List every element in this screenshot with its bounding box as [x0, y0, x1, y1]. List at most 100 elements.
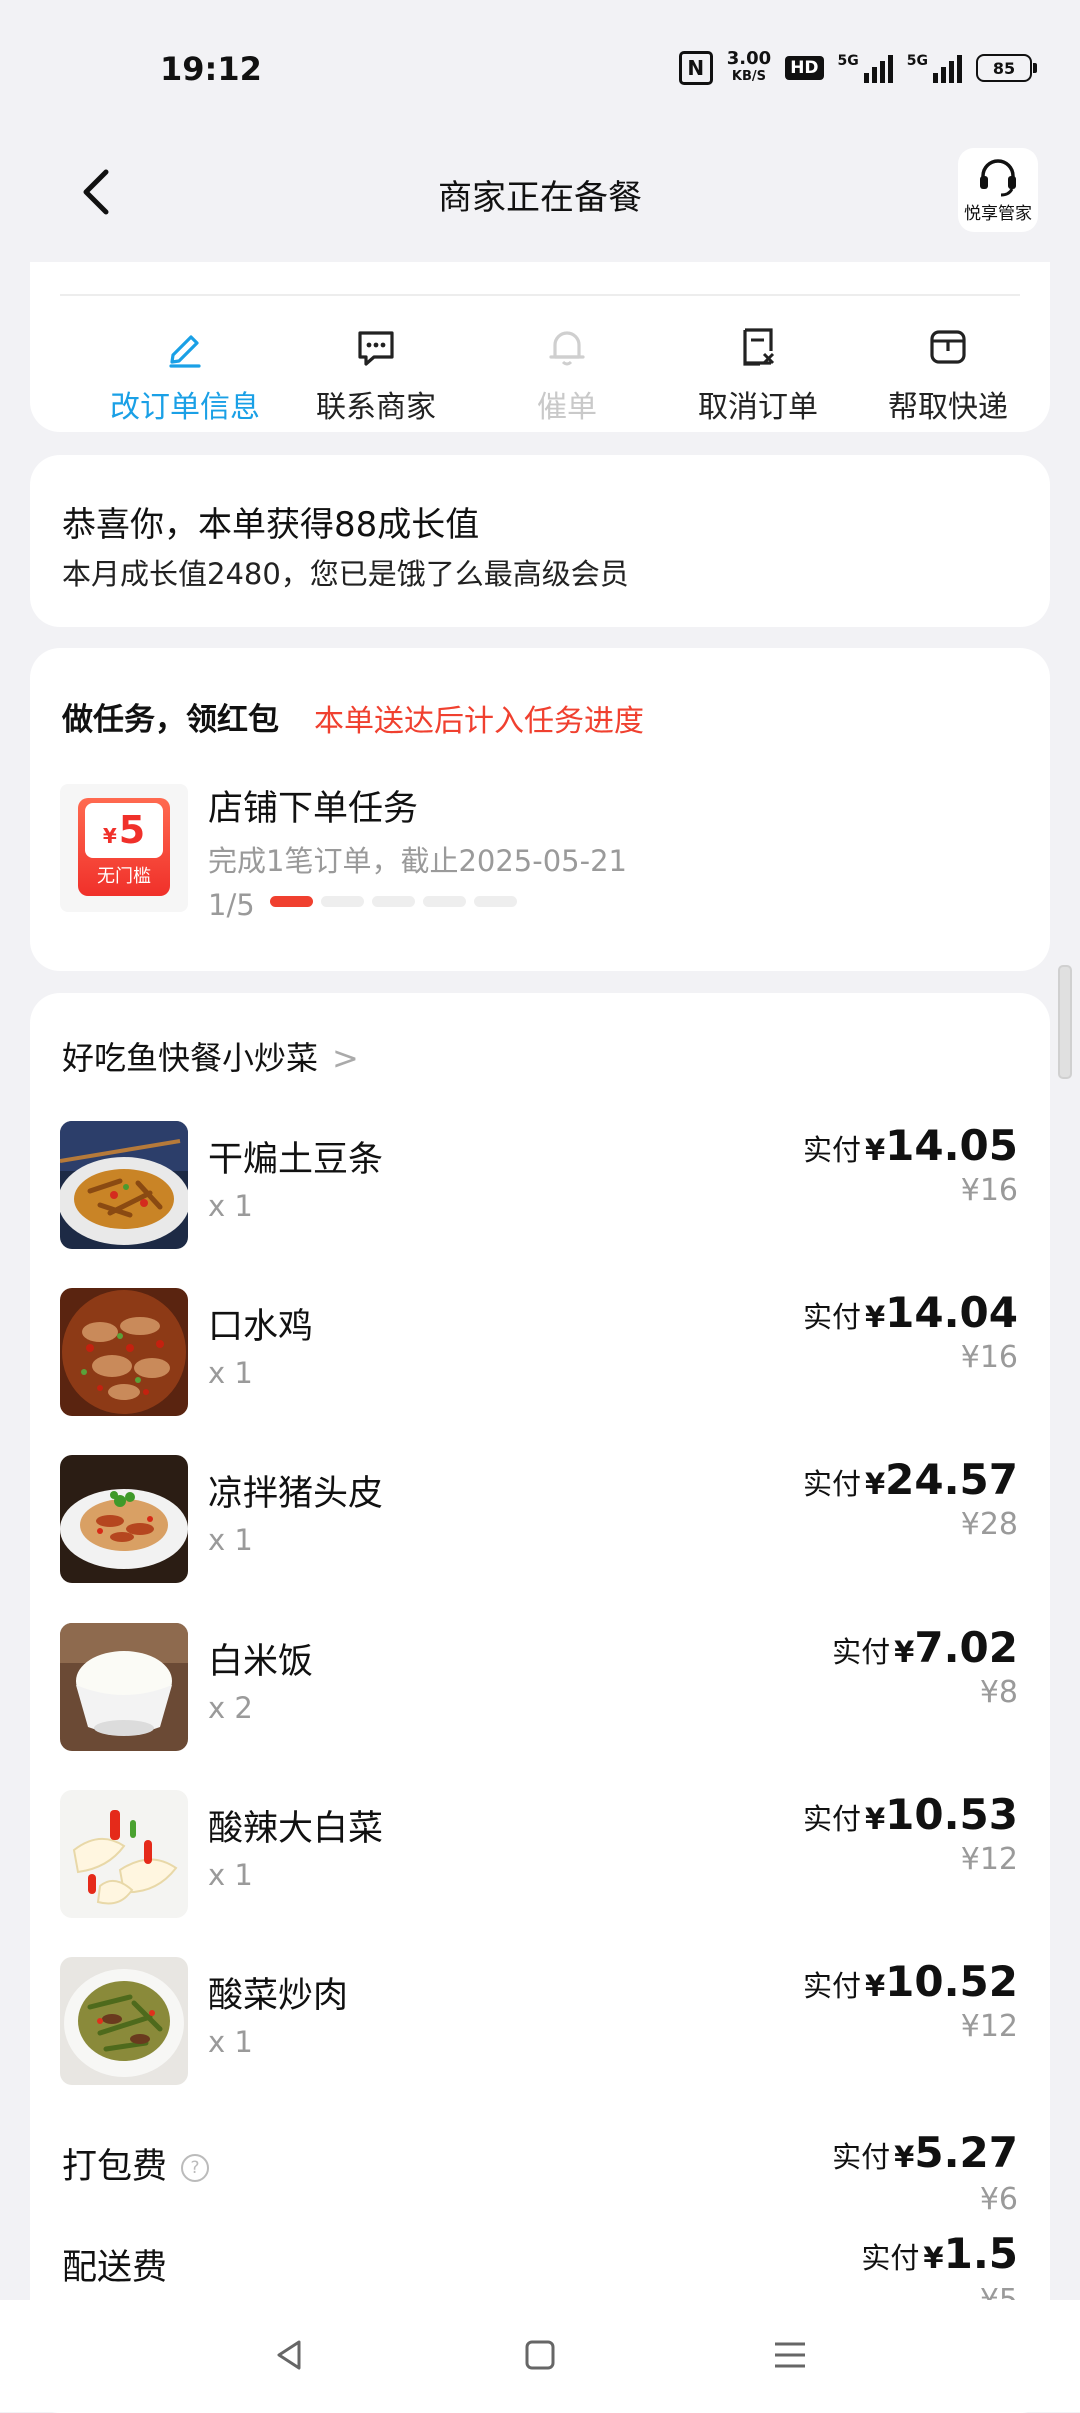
- dish-name: 凉拌猪头皮: [208, 1474, 384, 1514]
- page-title: 商家正在备餐: [438, 178, 642, 218]
- contact-merchant-label: 联系商家: [316, 390, 436, 425]
- chevron-right-icon: >: [332, 1039, 359, 1077]
- packing-fee-row: 打包费? 实付 ¥5.27 ¥6: [30, 2128, 1050, 2228]
- pickup-package-label: 帮取快递: [888, 390, 1008, 425]
- assistant-label: 悦享管家: [964, 204, 1032, 224]
- original-price: ¥12: [960, 2009, 1018, 2044]
- coupon-value: 5: [118, 808, 146, 852]
- task-card[interactable]: 做任务，领红包 本单送达后计入任务进度 ¥5 无门槛 店铺下单任务 完成1笔订单…: [30, 648, 1050, 971]
- progress-segment: [270, 896, 313, 907]
- task-description: 完成1笔订单，截止2025-05-21: [208, 844, 627, 878]
- cancel-order-icon: [743, 328, 775, 366]
- paid-amount: 实付 ¥1.5: [861, 2229, 1018, 2278]
- progress-segment: [321, 896, 364, 907]
- dish-image: [60, 1623, 188, 1751]
- chat-icon: [358, 331, 394, 366]
- cancel-order-label: 取消订单: [698, 390, 818, 425]
- status-bar: 19:12 N 3.00 KB/S HD 5G 5G 85: [0, 0, 1080, 120]
- original-price: ¥28: [960, 1507, 1018, 1542]
- progress-segment: [423, 896, 466, 907]
- dish-name: 口水鸡: [208, 1307, 314, 1347]
- shop-name: 好吃鱼快餐小炒菜: [62, 1039, 319, 1077]
- system-nav-bar: [0, 2300, 1080, 2412]
- menu-icon: [775, 2342, 805, 2368]
- triangle-back-icon: [277, 2340, 301, 2370]
- dish-image: [60, 1455, 188, 1583]
- task-name: 店铺下单任务: [208, 789, 419, 829]
- edit-icon: [169, 335, 201, 368]
- dish-image: [60, 1957, 188, 2085]
- bell-icon: [549, 331, 585, 366]
- scrollbar[interactable]: [1058, 965, 1072, 1079]
- task-heading: 做任务，领红包: [62, 702, 279, 738]
- signal-icon: 5G: [838, 53, 893, 83]
- urge-order-label: 催单: [537, 390, 597, 425]
- order-item[interactable]: 酸辣大白菜 x 1 实付 ¥10.53 ¥12: [30, 1790, 1050, 1930]
- task-progress-text: 1/5: [208, 888, 255, 922]
- dish-quantity: x 1: [208, 1858, 253, 1892]
- dish-quantity: x 2: [208, 1691, 253, 1725]
- packing-fee-label: 打包费: [62, 2147, 168, 2187]
- dish-name: 酸菜炒肉: [208, 1976, 349, 2016]
- dish-quantity: x 1: [208, 1523, 253, 1557]
- paid-amount: 实付 ¥7.02: [832, 1623, 1018, 1672]
- urge-order-button[interactable]: 催单: [467, 322, 667, 426]
- order-item[interactable]: 凉拌猪头皮 x 1 实付 ¥24.57 ¥28: [30, 1455, 1050, 1595]
- status-icons: N 3.00 KB/S HD 5G 5G 85: [678, 48, 1037, 88]
- growth-subtitle: 本月成长值2480，您已是饿了么最高级会员: [62, 557, 629, 591]
- clock: 19:12: [160, 50, 262, 88]
- hd-voice-icon: HD: [785, 56, 824, 80]
- order-item[interactable]: 口水鸡 x 1 实付 ¥14.04 ¥16: [30, 1288, 1050, 1428]
- delivery-fee-label: 配送费: [62, 2248, 168, 2288]
- top-bar: 商家正在备餐 悦享管家: [0, 140, 1080, 250]
- shop-name-link[interactable]: 好吃鱼快餐小炒菜 >: [62, 1033, 359, 1079]
- paid-amount: 实付 ¥14.04: [802, 1288, 1018, 1337]
- dish-name: 白米饭: [208, 1642, 314, 1682]
- nfc-icon: N: [678, 51, 713, 85]
- help-icon[interactable]: ?: [181, 2154, 210, 2182]
- dish-image: [60, 1790, 188, 1918]
- signal-icon: 5G: [907, 53, 962, 83]
- original-price: ¥8: [979, 1675, 1018, 1710]
- order-item[interactable]: 干煸土豆条 x 1 实付 ¥14.05 ¥16: [30, 1121, 1050, 1261]
- progress-segment: [474, 896, 517, 907]
- coupon-image: ¥5 无门槛: [60, 784, 188, 912]
- edit-order-button[interactable]: 改订单信息: [85, 322, 285, 426]
- growth-title: 恭喜你，本单获得88成长值: [62, 505, 480, 545]
- network-speed: 3.00 KB/S: [726, 48, 772, 85]
- dish-name: 干煸土豆条: [208, 1140, 384, 1180]
- order-item[interactable]: 白米饭 x 2 实付 ¥7.02 ¥8: [30, 1623, 1050, 1763]
- order-item[interactable]: 酸菜炒肉 x 1 实付 ¥10.52 ¥12: [30, 1957, 1050, 2097]
- dish-quantity: x 1: [208, 2025, 253, 2059]
- progress-segment: [372, 896, 415, 907]
- paid-amount: 实付 ¥10.52: [802, 1957, 1018, 2006]
- task-progress-bar: [270, 896, 517, 907]
- coupon-subtitle: 无门槛: [97, 866, 151, 887]
- dish-quantity: x 1: [208, 1356, 253, 1390]
- dish-image: [60, 1288, 188, 1416]
- dish-quantity: x 1: [208, 1189, 253, 1223]
- pickup-package-button[interactable]: 帮取快递: [848, 322, 1048, 426]
- original-price: ¥16: [960, 1173, 1018, 1208]
- order-card: 好吃鱼快餐小炒菜 > 干煸土豆条 x 1 实付 ¥14.05 ¥16 口水鸡 x…: [30, 993, 1050, 2413]
- paid-amount: 实付 ¥14.05: [802, 1121, 1018, 1170]
- battery-icon: 85: [976, 54, 1037, 82]
- original-price: ¥16: [960, 1340, 1018, 1375]
- contact-merchant-button[interactable]: 联系商家: [276, 322, 476, 426]
- paid-amount: 实付 ¥5.27: [832, 2128, 1018, 2177]
- nav-back-button[interactable]: [265, 2330, 315, 2380]
- red-packet-icon: ¥5 无门槛: [78, 798, 170, 896]
- paid-amount: 实付 ¥24.57: [802, 1455, 1018, 1504]
- growth-points-card: 恭喜你，本单获得88成长值 本月成长值2480，您已是饿了么最高级会员: [30, 455, 1050, 627]
- dish-name: 酸辣大白菜: [208, 1809, 384, 1849]
- nav-home-button[interactable]: [515, 2330, 565, 2380]
- task-note: 本单送达后计入任务进度: [314, 704, 644, 739]
- assistant-button[interactable]: 悦享管家: [958, 148, 1038, 232]
- original-price: ¥6: [979, 2182, 1018, 2217]
- nav-menu-button[interactable]: [765, 2330, 815, 2380]
- package-icon: [930, 330, 966, 364]
- headset-icon: [980, 159, 1016, 197]
- cancel-order-button[interactable]: 取消订单: [658, 322, 858, 426]
- edit-order-label: 改订单信息: [110, 390, 260, 425]
- divider: [60, 294, 1020, 296]
